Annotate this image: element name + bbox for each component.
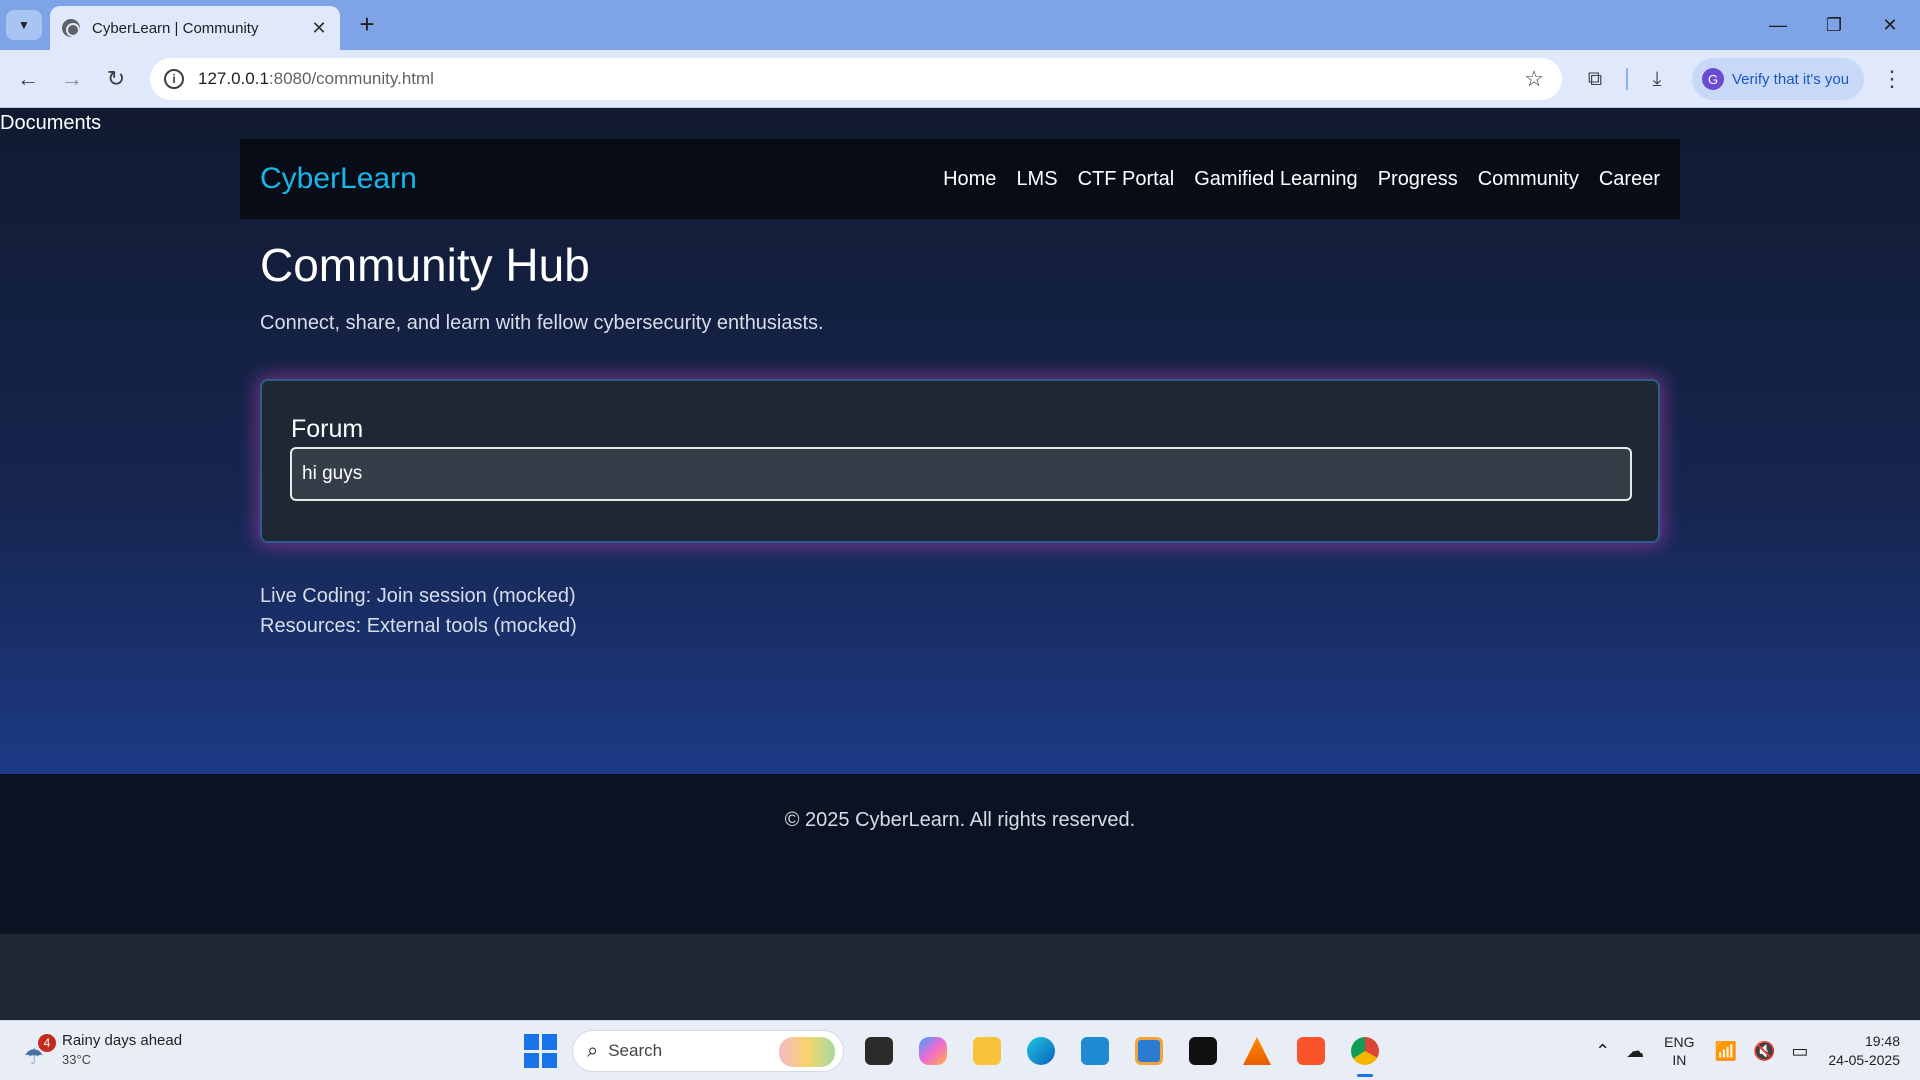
- clock-time: 19:48: [1864, 1033, 1900, 1049]
- site-navbar: CyberLearn Home LMS CTF Portal Gamified …: [240, 139, 1680, 219]
- chevron-down-icon: ▼: [18, 18, 30, 32]
- page-subtitle: Connect, share, and learn with fellow cy…: [260, 312, 824, 334]
- chevron-up-icon[interactable]: ⌃: [1595, 1041, 1610, 1062]
- search-label: Search: [608, 1041, 663, 1060]
- menu-kebab-icon[interactable]: ⋮: [1880, 64, 1904, 94]
- nav-home[interactable]: Home: [943, 168, 996, 191]
- nav-lms[interactable]: LMS: [1016, 168, 1057, 191]
- page-blank-area: [0, 934, 1920, 1020]
- url-path: :8080/community.html: [268, 69, 434, 88]
- chrome-icon[interactable]: [1343, 1029, 1387, 1077]
- clock[interactable]: 19:48 24-05-2025: [1828, 1032, 1900, 1070]
- forward-button[interactable]: →: [56, 63, 88, 95]
- browser-tab[interactable]: CyberLearn | Community ✕: [50, 6, 340, 50]
- brave-icon[interactable]: [1289, 1029, 1333, 1073]
- resources-text: Resources: External tools (mocked): [260, 615, 577, 637]
- nav-links: Home LMS CTF Portal Gamified Learning Pr…: [923, 168, 1660, 191]
- page-title: Community Hub: [260, 239, 590, 291]
- volume-muted-icon[interactable]: 🔇: [1753, 1041, 1775, 1062]
- footer-copyright: © 2025 CyberLearn. All rights reserved.: [784, 809, 1136, 831]
- taskbar-apps: ⌕ Search: [524, 1029, 1392, 1077]
- cloud-offline-icon[interactable]: ☁: [1626, 1041, 1644, 1062]
- profile-label: Verify that it's you: [1732, 70, 1850, 88]
- nav-community[interactable]: Community: [1478, 168, 1579, 191]
- url-text[interactable]: 127.0.0.1:8080/community.html: [198, 69, 434, 89]
- nav-progress[interactable]: Progress: [1378, 168, 1458, 191]
- live-coding-text: Live Coding: Join session (mocked): [260, 585, 576, 607]
- arrow-right-icon: →: [61, 66, 83, 91]
- battery-icon[interactable]: ▭: [1791, 1041, 1808, 1062]
- weather-temp: 33°C: [62, 1052, 92, 1067]
- weather-title: Rainy days ahead: [62, 1032, 183, 1049]
- nav-ctf-portal[interactable]: CTF Portal: [1078, 168, 1175, 191]
- restore-button[interactable]: ❐: [1806, 0, 1862, 50]
- task-view-icon[interactable]: [857, 1029, 901, 1073]
- new-tab-button[interactable]: +: [352, 10, 382, 40]
- vlc-icon[interactable]: [1235, 1029, 1279, 1073]
- system-tray: ⌃ ☁ ENG IN 📶 🔇 ▭ 19:48 24-05-2025: [1587, 1021, 1920, 1080]
- globe-icon: [62, 19, 80, 37]
- back-button[interactable]: ←: [12, 63, 44, 95]
- weather-badge: 4: [38, 1034, 56, 1052]
- taskbar-search[interactable]: ⌕ Search: [572, 1030, 844, 1072]
- extensions-icon[interactable]: ⧉: [1580, 64, 1610, 94]
- site-info-icon[interactable]: i: [164, 69, 184, 89]
- brand-logo[interactable]: CyberLearn: [260, 162, 417, 196]
- umbrella-icon: ☂ 4: [24, 1034, 56, 1069]
- arrow-left-icon: ←: [17, 66, 39, 91]
- wifi-icon[interactable]: 📶: [1715, 1041, 1737, 1062]
- forum-label: Forum: [291, 415, 364, 443]
- nav-career[interactable]: Career: [1599, 168, 1660, 191]
- forum-input[interactable]: [290, 447, 1632, 501]
- minimize-button[interactable]: —: [1750, 0, 1806, 50]
- copilot-icon[interactable]: [911, 1029, 955, 1073]
- profile-verify-button[interactable]: G Verify that it's you: [1692, 58, 1864, 100]
- file-explorer-icon[interactable]: [965, 1029, 1009, 1073]
- close-window-button[interactable]: ✕: [1862, 0, 1918, 50]
- language-indicator[interactable]: ENG IN: [1664, 1033, 1694, 1069]
- lang-code: ENG: [1664, 1034, 1695, 1050]
- browser-toolbar: ← → ↻ i 127.0.0.1:8080/community.html ☆ …: [0, 50, 1920, 108]
- documents-label: Documents: [0, 112, 102, 134]
- address-bar[interactable]: i 127.0.0.1:8080/community.html ☆: [150, 58, 1562, 100]
- lang-region: IN: [1672, 1052, 1687, 1068]
- url-host: 127.0.0.1: [198, 69, 269, 88]
- nav-gamified-learning[interactable]: Gamified Learning: [1194, 168, 1357, 191]
- windows-taskbar: ☂ 4 Rainy days ahead 33°C ⌕ Search ⌃ ☁ E…: [0, 1020, 1920, 1080]
- tab-search-button[interactable]: ▼: [6, 10, 42, 40]
- reload-icon: ↻: [106, 66, 126, 91]
- tab-strip: ▼ CyberLearn | Community ✕ + — ❐ ✕: [0, 0, 1920, 50]
- download-icon[interactable]: ⤓: [1642, 64, 1672, 94]
- tab-title: CyberLearn | Community: [92, 19, 259, 37]
- profile-avatar: G: [1702, 68, 1724, 90]
- remote-desktop-icon[interactable]: [1127, 1029, 1171, 1073]
- vscode-icon[interactable]: [1073, 1029, 1117, 1073]
- start-button[interactable]: [524, 1034, 558, 1068]
- capcut-icon[interactable]: [1181, 1029, 1225, 1073]
- close-tab-icon[interactable]: ✕: [308, 18, 330, 39]
- site-footer: © 2025 CyberLearn. All rights reserved.: [0, 774, 1920, 934]
- edge-icon[interactable]: [1019, 1029, 1063, 1073]
- search-highlight-image: [779, 1037, 835, 1067]
- page-viewport: Documents CyberLearn Home LMS CTF Portal…: [0, 108, 1920, 934]
- toolbar-divider: [1626, 68, 1628, 90]
- clock-date: 24-05-2025: [1828, 1052, 1900, 1068]
- search-icon: ⌕: [587, 1039, 599, 1062]
- bookmark-star-icon[interactable]: ☆: [1524, 66, 1544, 92]
- weather-widget[interactable]: ☂ 4 Rainy days ahead 33°C: [24, 1031, 182, 1069]
- reload-button[interactable]: ↻: [100, 63, 132, 95]
- forum-card: Forum: [260, 379, 1660, 543]
